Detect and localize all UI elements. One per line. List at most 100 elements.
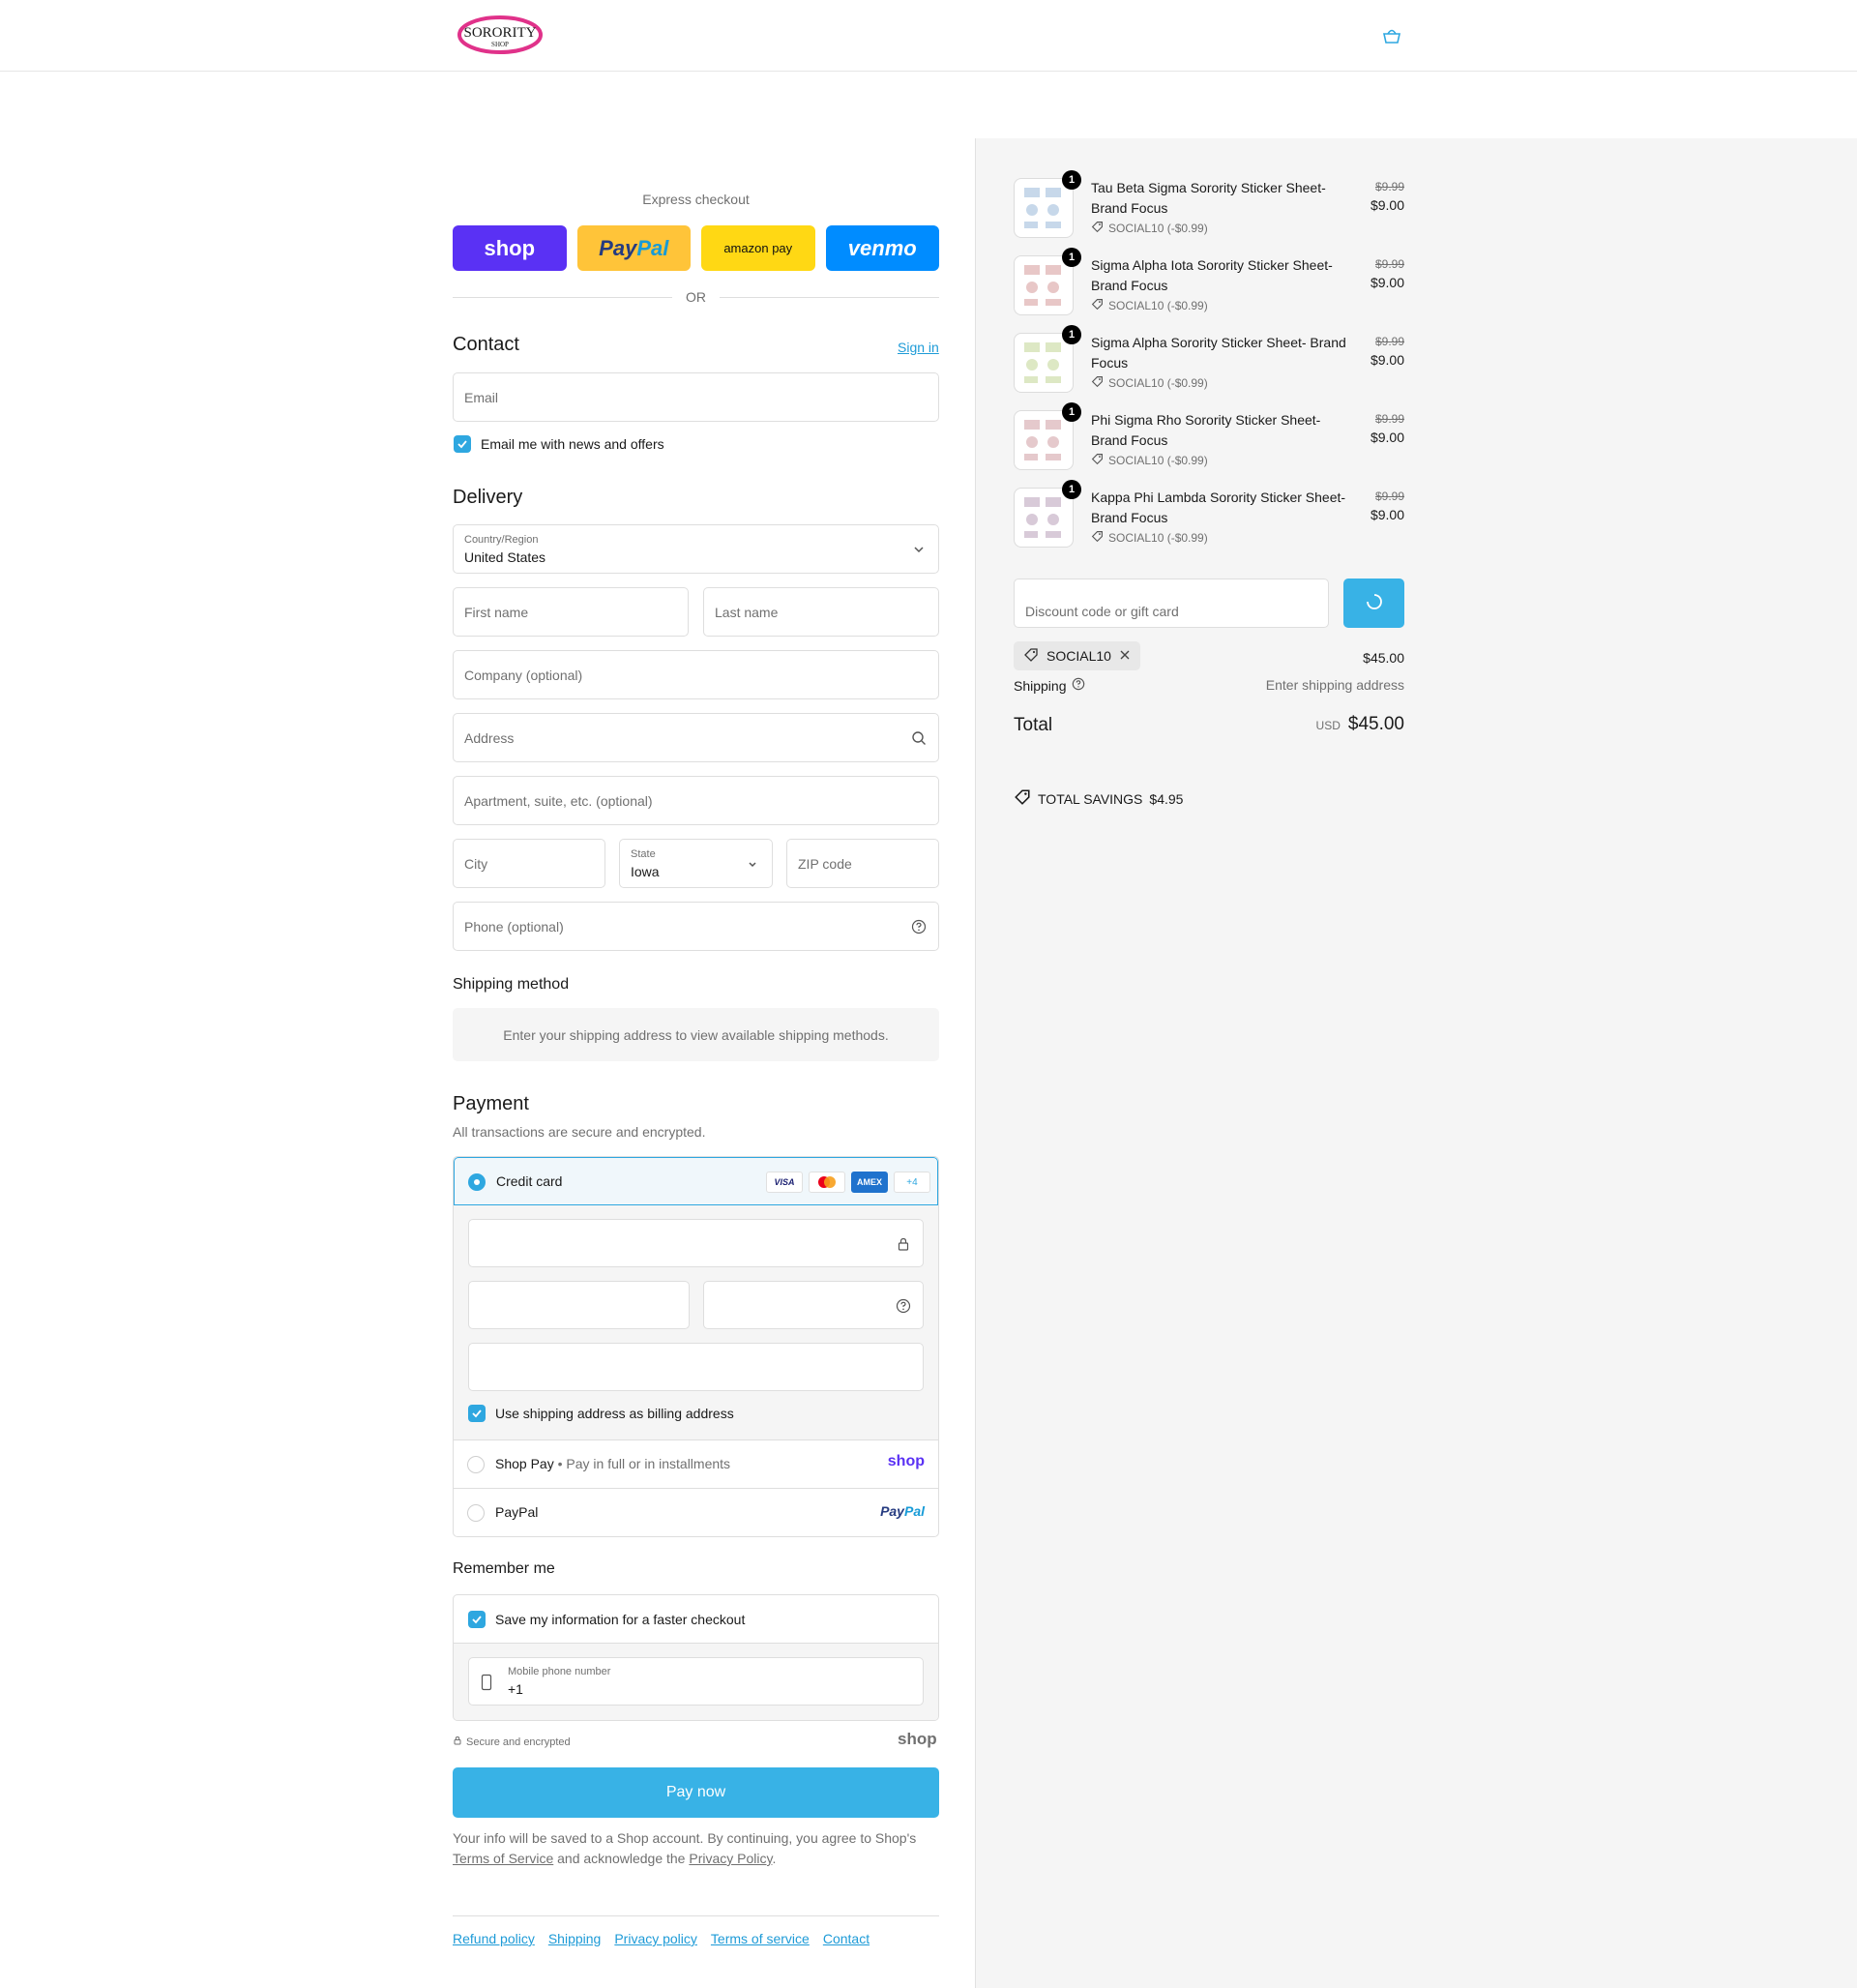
paypal-option[interactable]: PayPal PayPal: [454, 1489, 938, 1536]
card-number-field[interactable]: [468, 1219, 924, 1267]
footer-links: Refund policy Shipping Privacy policy Te…: [453, 1931, 870, 1946]
lock-icon: [453, 1736, 462, 1748]
mobile-phone-field[interactable]: Mobile phone number +1: [468, 1657, 924, 1706]
discount-code-placeholder: Discount code or gift card: [1025, 604, 1179, 619]
tag-icon: [1023, 647, 1039, 666]
applied-discount-code: SOCIAL10: [1046, 648, 1111, 664]
city-field[interactable]: City: [453, 839, 605, 888]
more-cards-badge: +4: [894, 1172, 930, 1193]
product-discount: SOCIAL10 (-$0.99): [1091, 375, 1208, 391]
apartment-field[interactable]: Apartment, suite, etc. (optional): [453, 776, 939, 825]
search-icon: [911, 730, 927, 746]
sign-in-link[interactable]: Sign in: [898, 340, 939, 355]
discount-code-field[interactable]: Discount code or gift card: [1014, 579, 1329, 628]
quantity-badge: 1: [1062, 480, 1081, 499]
state-select[interactable]: State Iowa: [619, 839, 773, 888]
product-discount: SOCIAL10 (-$0.99): [1091, 453, 1208, 468]
phone-field[interactable]: Phone (optional): [453, 902, 939, 951]
secure-encrypted-note: Secure and encrypted: [453, 1736, 571, 1748]
product-discount: SOCIAL10 (-$0.99): [1091, 221, 1208, 236]
shop-terms-notice: Your info will be saved to a Shop accoun…: [453, 1830, 917, 1866]
credit-card-option[interactable]: Credit card VISA AMEX +4: [454, 1157, 938, 1205]
mobile-phone-label: Mobile phone number: [508, 1666, 611, 1677]
pay-now-button[interactable]: Pay now: [453, 1767, 939, 1818]
credit-card-label: Credit card: [496, 1173, 563, 1189]
or-divider: OR: [453, 287, 939, 307]
paypal-express-button[interactable]: Pay Pal: [576, 225, 691, 271]
save-info-checkbox[interactable]: [468, 1611, 486, 1628]
terms-of-service-link[interactable]: Terms of Service: [453, 1851, 553, 1866]
svg-text:SHOP: SHOP: [491, 41, 509, 48]
remove-discount-icon[interactable]: [1119, 648, 1131, 664]
save-info-label: Save my information for a faster checkou…: [495, 1612, 746, 1627]
paypal-logo: PayPal: [880, 1503, 925, 1519]
shipping-method-title: Shipping method: [453, 976, 570, 993]
chevron-down-icon: [745, 856, 760, 872]
shop-pay-radio[interactable]: [467, 1456, 485, 1473]
apply-discount-button[interactable]: [1343, 579, 1404, 628]
tag-icon: [1091, 221, 1104, 236]
currency-code: USD: [1315, 719, 1341, 732]
original-price: $9.99: [1374, 257, 1404, 271]
sorority-shop-logo[interactable]: SORORITY SHOP: [455, 14, 545, 56]
shop-pay-option[interactable]: Shop Pay • Pay in full or in installment…: [454, 1440, 938, 1489]
original-price: $9.99: [1374, 412, 1404, 426]
original-price: $9.99: [1374, 335, 1404, 348]
venmo-express-button[interactable]: venmo: [825, 225, 939, 271]
terms-of-service-footer-link[interactable]: Terms of service: [711, 1931, 810, 1946]
total-value: $45.00: [1347, 714, 1404, 734]
total-label: Total: [1014, 715, 1053, 735]
shipping-policy-link[interactable]: Shipping: [548, 1931, 602, 1946]
help-icon[interactable]: [911, 919, 927, 935]
remember-me-box: Save my information for a faster checkou…: [453, 1594, 939, 1721]
shop-pay-label: Shop Pay • Pay in full or in installment…: [495, 1456, 731, 1471]
privacy-policy-link[interactable]: Privacy Policy: [689, 1851, 772, 1866]
billing-address-label: Use shipping address as billing address: [495, 1406, 734, 1421]
visa-icon: VISA: [766, 1172, 803, 1193]
first-name-field[interactable]: First name: [453, 587, 689, 637]
help-icon[interactable]: [896, 1298, 911, 1314]
payment-title: Payment: [453, 1093, 529, 1114]
quantity-badge: 1: [1062, 402, 1081, 422]
address-field[interactable]: Address: [453, 713, 939, 762]
name-on-card-field[interactable]: [468, 1343, 924, 1391]
product-name: Kappa Phi Lambda Sorority Sticker Sheet-…: [1091, 490, 1346, 525]
shopping-bag-icon[interactable]: [1381, 27, 1402, 45]
mobile-phone-icon: [481, 1674, 492, 1694]
company-field[interactable]: Company (optional): [453, 650, 939, 699]
paypal-label: PayPal: [495, 1504, 539, 1520]
credit-card-form: Use shipping address as billing address: [454, 1205, 938, 1440]
product-name: Sigma Alpha Sorority Sticker Sheet- Bran…: [1091, 335, 1346, 371]
discounted-price: $9.00: [1370, 507, 1404, 522]
cart-item: 1 Tau Beta Sigma Sorority Sticker Sheet- …: [1014, 170, 1404, 238]
shipping-row-label: Shipping: [1014, 677, 1085, 694]
loading-spinner-icon: [1365, 592, 1384, 614]
shop-pay-logo: shop: [887, 1453, 925, 1469]
quantity-badge: 1: [1062, 248, 1081, 267]
amazon-pay-express-button[interactable]: amazon pay: [701, 225, 815, 271]
shipping-row-value: Enter shipping address: [1265, 677, 1404, 693]
paypal-radio[interactable]: [467, 1504, 485, 1522]
discounted-price: $9.00: [1370, 275, 1404, 290]
tag-icon: [1091, 453, 1104, 468]
refund-policy-link[interactable]: Refund policy: [453, 1931, 535, 1946]
country-select[interactable]: Country/Region United States: [453, 524, 939, 574]
newsletter-checkbox[interactable]: [454, 435, 471, 453]
quantity-badge: 1: [1062, 325, 1081, 344]
contact-link[interactable]: Contact: [823, 1931, 870, 1946]
total-savings-label: TOTAL SAVINGS: [1038, 790, 1143, 807]
shipping-method-message: Enter your shipping address to view avai…: [453, 1008, 939, 1061]
last-name-field[interactable]: Last name: [703, 587, 939, 637]
email-field[interactable]: Email: [453, 372, 939, 422]
credit-card-radio[interactable]: [468, 1173, 486, 1191]
billing-address-checkbox[interactable]: [468, 1405, 486, 1422]
contact-title: Contact: [453, 334, 519, 355]
privacy-policy-footer-link[interactable]: Privacy policy: [614, 1931, 697, 1946]
shop-pay-express-button[interactable]: shop: [453, 225, 567, 271]
payment-methods: Credit card VISA AMEX +4 Use shipping ad…: [453, 1156, 939, 1537]
help-icon[interactable]: [1072, 677, 1085, 694]
zip-field[interactable]: ZIP code: [786, 839, 939, 888]
express-checkout-buttons: shop Pay Pal amazon pay venmo: [453, 225, 939, 271]
expiration-date-field[interactable]: [468, 1281, 690, 1329]
security-code-field[interactable]: [703, 1281, 924, 1329]
